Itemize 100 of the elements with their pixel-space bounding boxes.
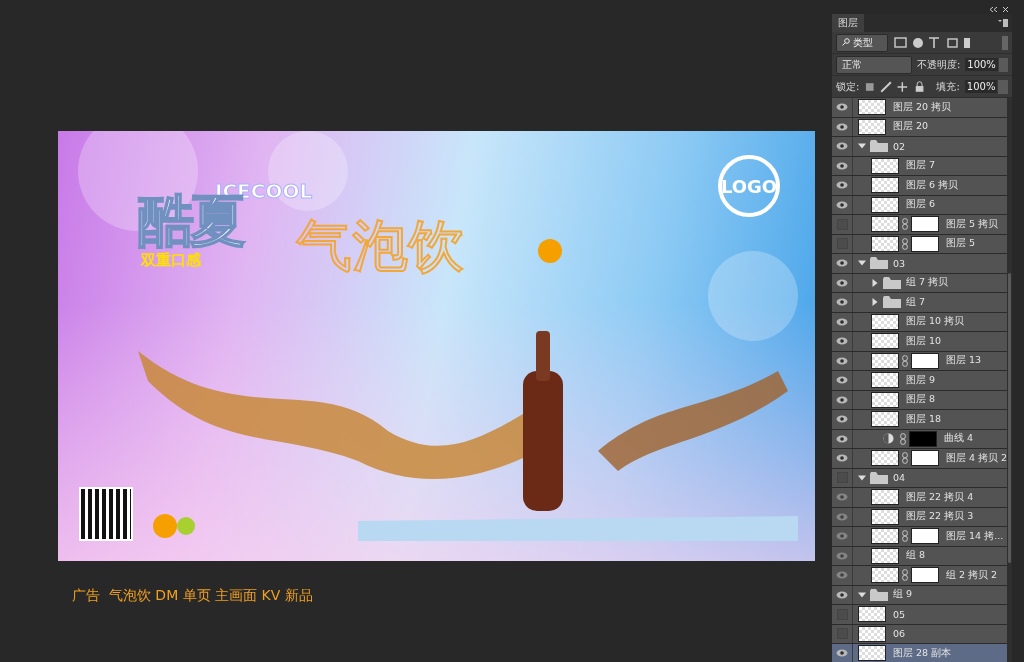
eye-icon[interactable] xyxy=(836,454,848,463)
layer-row[interactable]: 图层 6 拷贝 xyxy=(832,176,1008,196)
filter-icons-drawing[interactable] xyxy=(893,36,973,49)
layer-name: 组 2 拷贝 2 xyxy=(946,568,998,582)
layer-row[interactable]: 03 xyxy=(832,254,1008,274)
layer-row[interactable]: 组 7 拷贝 xyxy=(832,273,1008,293)
layer-row[interactable]: 图层 6 xyxy=(832,195,1008,215)
layer-row[interactable]: 图层 5 xyxy=(832,234,1008,254)
ad-tagline: 双重口感 xyxy=(141,251,201,270)
layer-row[interactable]: 图层 4 拷贝 2 xyxy=(832,449,1008,469)
eye-icon[interactable] xyxy=(836,337,848,346)
eye-icon[interactable] xyxy=(836,278,848,287)
eye-icon[interactable] xyxy=(836,122,848,131)
eye-icon[interactable] xyxy=(836,298,848,307)
layer-thumbnail xyxy=(871,489,899,506)
lock-label: 锁定: xyxy=(836,79,860,94)
blend-mode-dropdown[interactable]: 正常 xyxy=(836,55,912,74)
layer-row[interactable]: 图层 20 拷贝 xyxy=(832,98,1008,118)
layer-row[interactable]: 02 xyxy=(832,137,1008,157)
layer-thumbnail xyxy=(871,391,899,408)
eye-icon[interactable] xyxy=(836,200,848,209)
eye-icon[interactable] xyxy=(836,590,848,599)
folder-icon xyxy=(883,296,901,309)
layer-name: 图层 9 xyxy=(906,373,936,387)
folder-icon xyxy=(870,257,888,270)
caret-down-icon[interactable] xyxy=(858,590,866,599)
eye-icon[interactable] xyxy=(836,376,848,385)
layer-row[interactable]: 图层 18 xyxy=(832,410,1008,430)
eye-icon[interactable] xyxy=(836,649,848,658)
eye-icon[interactable] xyxy=(836,356,848,365)
filter-dropdown[interactable]: 类型 xyxy=(836,33,888,52)
layer-row[interactable]: 06 xyxy=(832,624,1008,644)
layer-name: 图层 28 副本 xyxy=(893,646,952,660)
layer-row[interactable]: 图层 22 拷贝 3 xyxy=(832,507,1008,527)
logo-circle: LOGO xyxy=(718,155,780,217)
layer-row[interactable]: 组 9 xyxy=(832,585,1008,605)
ad-product-name: 气泡饮 xyxy=(296,212,464,280)
opacity-field[interactable]: 100% xyxy=(965,58,998,71)
layer-name: 组 9 xyxy=(893,588,913,602)
chain-link-icon xyxy=(902,354,908,367)
caret-down-icon[interactable] xyxy=(858,142,866,151)
layer-name: 图层 10 xyxy=(906,334,942,348)
layer-row[interactable]: 曲线 4 xyxy=(832,429,1008,449)
layer-row[interactable]: 图层 5 拷贝 xyxy=(832,215,1008,235)
layer-row[interactable]: 图层 14 拷... xyxy=(832,527,1008,547)
caret-down-icon[interactable] xyxy=(858,473,866,482)
fill-field[interactable]: 100% xyxy=(964,80,998,93)
panel-menu-icon[interactable] xyxy=(998,19,1008,27)
eye-icon[interactable] xyxy=(836,395,848,404)
eye-icon[interactable] xyxy=(836,161,848,170)
fill-label: 填充: xyxy=(936,79,960,94)
layer-row[interactable]: 图层 10 拷贝 xyxy=(832,312,1008,332)
caption-text: 广告 气泡饮 DM 单页 主画面 KV 新品 xyxy=(72,587,314,605)
layer-row[interactable]: 04 xyxy=(832,468,1008,488)
layer-row[interactable]: 图层 7 xyxy=(832,156,1008,176)
layer-name: 图层 20 xyxy=(893,120,929,134)
chain-link-icon xyxy=(902,218,908,231)
fruit-icon xyxy=(153,514,177,538)
fruit-icon xyxy=(177,517,195,535)
eye-icon[interactable] xyxy=(836,415,848,424)
scrollbar-thumb[interactable] xyxy=(1008,273,1011,563)
eye-icon[interactable] xyxy=(836,103,848,112)
layer-name: 图层 6 拷贝 xyxy=(906,178,959,192)
layer-row[interactable]: 图层 10 xyxy=(832,332,1008,352)
filter-toggle[interactable] xyxy=(1002,35,1008,50)
eye-icon[interactable] xyxy=(836,317,848,326)
caret-down-icon[interactable] xyxy=(858,259,866,268)
layer-name: 图层 18 xyxy=(906,412,942,426)
layer-row[interactable]: 图层 8 xyxy=(832,390,1008,410)
chain-link-icon xyxy=(902,569,908,582)
layer-name: 图层 22 拷贝 3 xyxy=(906,510,974,524)
layer-row[interactable]: 图层 13 xyxy=(832,351,1008,371)
layers-tab[interactable]: 图层 xyxy=(832,14,864,32)
layer-row[interactable]: 图层 28 副本 xyxy=(832,644,1008,662)
layer-thumbnail xyxy=(858,606,886,623)
layer-thumbnail xyxy=(871,411,899,428)
layer-name: 组 7 xyxy=(906,295,926,309)
caret-right-icon[interactable] xyxy=(871,298,879,307)
caret-right-icon[interactable] xyxy=(871,278,879,287)
close-icon[interactable] xyxy=(1003,7,1008,12)
layer-row[interactable]: 组 7 xyxy=(832,293,1008,313)
eye-icon[interactable] xyxy=(836,142,848,151)
layer-thumbnail xyxy=(871,157,899,174)
layer-thumbnail xyxy=(871,372,899,389)
layer-thumbnail xyxy=(858,645,886,662)
eye-icon[interactable] xyxy=(836,434,848,443)
search-icon xyxy=(842,37,850,46)
layer-thumbnail xyxy=(871,567,899,584)
eye-icon[interactable] xyxy=(836,181,848,190)
layer-name: 曲线 4 xyxy=(944,432,974,446)
layer-row[interactable]: 图层 20 xyxy=(832,117,1008,137)
layer-row[interactable]: 图层 22 拷贝 4 xyxy=(832,488,1008,508)
layer-row[interactable]: 组 2 拷贝 2 xyxy=(832,566,1008,586)
collapse-icon[interactable] xyxy=(990,7,997,12)
layer-name: 图层 7 xyxy=(906,159,936,173)
layer-row[interactable]: 05 xyxy=(832,605,1008,625)
layer-row[interactable]: 图层 9 xyxy=(832,371,1008,391)
eye-icon[interactable] xyxy=(836,259,848,268)
layer-name: 图层 13 xyxy=(946,354,982,368)
layer-row[interactable]: 组 8 xyxy=(832,546,1008,566)
